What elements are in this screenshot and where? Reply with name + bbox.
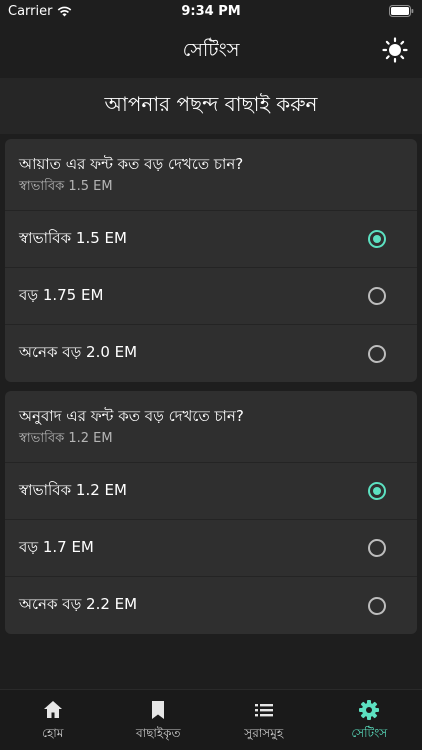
option-label: বড় 1.75 EM — [19, 285, 104, 304]
ayat-question: আয়াত এর ফন্ট কত বড় দেখতে চান? — [19, 155, 244, 173]
radio-unselected-icon[interactable] — [368, 344, 386, 363]
ayat-font-size-card: আয়াত এর ফন্ট কত বড় দেখতে চান? স্বাভাবি… — [5, 139, 417, 382]
tab-home[interactable]: হোম — [0, 690, 106, 750]
list-icon — [254, 704, 273, 717]
translation-option-extra-large[interactable]: অনেক বড় 2.2 EM — [5, 577, 417, 634]
ayat-option-large[interactable]: বড় 1.75 EM — [5, 268, 417, 325]
tab-label: সেটিংস — [351, 726, 388, 740]
home-icon — [43, 701, 62, 718]
radio-unselected-icon[interactable] — [368, 539, 386, 557]
ayat-option-normal[interactable]: স্বাভাবিক 1.5 EM — [5, 211, 417, 268]
translation-card-header: অনুবাদ এর ফন্ট কত বড় দেখতে চান? স্বাভাব… — [5, 391, 417, 463]
bookmark-icon — [152, 701, 165, 719]
radio-selected-icon[interactable] — [368, 230, 386, 248]
tab-bookmarks[interactable]: বাছাইকৃত — [106, 690, 212, 750]
translation-option-normal[interactable]: স্বাভাবিক 1.2 EM — [5, 463, 417, 520]
translation-question: অনুবাদ এর ফন্ট কত বড় দেখতে চান? — [19, 407, 244, 425]
translation-font-size-card: অনুবাদ এর ফন্ট কত বড় দেখতে চান? স্বাভাব… — [5, 391, 417, 634]
translation-current-value: স্বাভাবিক 1.2 EM — [19, 431, 113, 446]
radio-unselected-icon[interactable] — [368, 596, 386, 615]
ayat-current-value: স্বাভাবিক 1.5 EM — [19, 179, 113, 194]
option-label: স্বাভাবিক 1.2 EM — [19, 480, 127, 499]
status-bar: Carrier 9:34 PM — [0, 0, 422, 22]
radio-selected-icon[interactable] — [368, 482, 386, 500]
clock: 9:34 PM — [181, 4, 241, 19]
sun-icon[interactable] — [382, 37, 408, 63]
option-label: স্বাভাবিক 1.5 EM — [19, 228, 127, 247]
tab-surah-list[interactable]: সুরাসমুহ — [211, 690, 317, 750]
battery-icon — [389, 5, 414, 17]
nav-title: সেটিংস — [182, 39, 240, 61]
gear-icon — [359, 700, 380, 720]
option-label: অনেক বড় 2.0 EM — [19, 343, 138, 361]
tab-label: বাছাইকৃত — [135, 726, 181, 740]
page-title: আপনার পছন্দ বাছাই করুন — [104, 91, 318, 116]
ayat-option-extra-large[interactable]: অনেক বড় 2.0 EM — [5, 325, 417, 382]
option-label: বড় 1.7 EM — [19, 537, 94, 556]
translation-option-large[interactable]: বড় 1.7 EM — [5, 520, 417, 577]
option-label: অনেক বড় 2.2 EM — [19, 595, 138, 613]
tab-label: সুরাসমুহ — [244, 726, 284, 740]
page-header: আপনার পছন্দ বাছাই করুন — [0, 78, 422, 134]
radio-unselected-icon[interactable] — [368, 287, 386, 305]
navigation-bar: সেটিংস — [0, 22, 422, 78]
tab-label: হোম — [42, 726, 64, 740]
ayat-card-header: আয়াত এর ফন্ট কত বড় দেখতে চান? স্বাভাবি… — [5, 139, 417, 211]
tab-bar: হোম বাছাইকৃত সুরাসমুহ সেটিংস — [0, 689, 422, 750]
tab-settings[interactable]: সেটিংস — [317, 690, 422, 750]
